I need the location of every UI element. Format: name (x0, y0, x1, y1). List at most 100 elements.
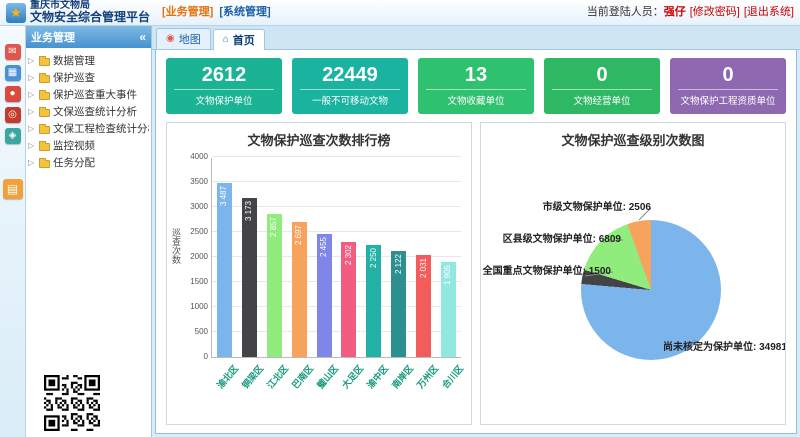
stat-value: 0 (670, 65, 786, 85)
x-axis-label: 大足区 (339, 362, 366, 391)
y-tick-label: 2500 (190, 227, 208, 236)
pie-label-2: 区县级文物保护单位: 6809 (481, 230, 621, 245)
folder-icon (39, 126, 50, 134)
bar-value-label: 2 857 (269, 217, 279, 237)
sidebar-item-6[interactable]: ▷ 监控视频 (28, 137, 149, 154)
stat-divider (552, 89, 652, 90)
expand-arrow-icon[interactable]: ▷ (28, 90, 36, 99)
header-bar: ★ 重庆市文物局 文物安全综合管理平台 [业务管理][系统管理] 当前登陆人员：… (0, 0, 800, 26)
stat-divider (300, 89, 400, 90)
charts-row: 文物保护巡查次数排行榜 巡查次数 05001000150020002500300… (156, 122, 796, 433)
bar-value-label: 2 250 (369, 248, 379, 268)
sidebar-item-1[interactable]: ▷数据管理 (28, 52, 149, 69)
bar-4: 2 697 (292, 222, 307, 357)
x-label-slot: 铜梁区 (241, 360, 256, 410)
expand-arrow-icon[interactable]: ▷ (28, 107, 36, 116)
main-area: ✉▦●◎◈▤ 业务管理 « ▷数据管理▷保护巡查▷保护巡查重大事件▷文保巡查统计… (0, 26, 800, 437)
x-label-slot: 巴南区 (291, 360, 306, 410)
tab-label: 首页 (233, 32, 255, 48)
pie-chart-title: 文物保护巡查级别次数图 (481, 123, 785, 150)
sidebar-item-5[interactable]: ▷ 文保工程检查统计分析 (28, 120, 149, 137)
bar-value-label: 2 455 (319, 237, 329, 257)
sidebar-item-label: 监控视频 (53, 138, 95, 153)
stat-card-1: 2612文物保护单位 (166, 58, 282, 114)
stat-divider (426, 89, 526, 90)
bar-5: 2 455 (317, 234, 332, 357)
alert-icon[interactable]: ● (5, 86, 21, 102)
y-tick-label: 3000 (190, 202, 208, 211)
y-tick-label: 1500 (190, 277, 208, 286)
tab-bar: ◉地图⌂首页 (152, 26, 800, 50)
expand-arrow-icon[interactable]: ▷ (28, 124, 36, 133)
collapse-sidebar-icon[interactable]: « (139, 30, 146, 44)
bar-chart-title: 文物保护巡查次数排行榜 (167, 123, 471, 150)
y-tick-label: 4000 (190, 152, 208, 161)
tab-home[interactable]: ⌂首页 (213, 29, 265, 50)
stat-value: 13 (418, 65, 534, 85)
pie-label-4: 尚未核定为保护单位: 34981 (663, 338, 786, 353)
bar-6: 2 302 (341, 242, 356, 357)
menu-item-1[interactable]: [业务管理] (162, 3, 213, 19)
sidebar-title: 业务管理 (31, 29, 75, 45)
bar-value-label: 2 031 (419, 258, 429, 278)
sidebar-item-7[interactable]: ▷任务分配 (28, 154, 149, 171)
y-tick-label: 0 (204, 352, 208, 361)
x-label-slot: 渝北区 (216, 360, 231, 410)
notes-icon[interactable]: ▤ (3, 179, 23, 199)
stat-label: 文物保护单位 (166, 93, 282, 107)
target-icon[interactable]: ◎ (5, 107, 21, 123)
sidebar-item-label: 文保工程检查统计分析 (53, 121, 149, 136)
user-links: [修改密码] [退出系统] (686, 6, 794, 18)
sidebar-item-label: 保护巡查重大事件 (53, 87, 137, 102)
sidebar-header: 业务管理 « (26, 26, 151, 48)
y-tick-label: 2000 (190, 252, 208, 261)
folder-icon (39, 143, 50, 151)
y-tick-label: 500 (195, 327, 208, 336)
tab-map[interactable]: ◉地图 (156, 28, 211, 49)
folder-icon (39, 58, 50, 66)
y-tick-label: 3500 (190, 177, 208, 186)
menu-item-2[interactable]: [系统管理] (219, 3, 270, 19)
bars: 3 4873 1732 8572 6972 4552 3022 2502 122… (212, 158, 461, 357)
pie-label-1: 市级文物保护单位: 2506 (511, 198, 651, 213)
stat-label: 文物保护工程资质单位 (670, 93, 786, 107)
bar-1: 3 487 (217, 183, 232, 357)
pie-connector-lines (481, 150, 786, 412)
pie-label-3: 全国重点文物保护单位: 1500 (481, 262, 611, 277)
icon-rail: ✉ ▦ ● ◎ ◈ ▤ (0, 26, 26, 437)
current-user-name: 强仔 (664, 6, 686, 18)
sidebar-item-2[interactable]: ▷ 保护巡查 (28, 69, 149, 86)
tab-label: 地图 (179, 31, 201, 47)
bar-value-label: 2 302 (344, 245, 354, 265)
x-axis-label: 铜梁区 (239, 362, 266, 391)
grid-icon[interactable]: ▦ (5, 65, 21, 81)
mail-icon[interactable]: ✉ (5, 44, 21, 60)
change-password-link[interactable]: [修改密码] (690, 6, 740, 18)
x-axis-label: 渝中区 (364, 362, 391, 391)
expand-arrow-icon[interactable]: ▷ (28, 158, 36, 167)
expand-arrow-icon[interactable]: ▷ (28, 73, 36, 82)
sidebar-item-4[interactable]: ▷文保巡查统计分析 (28, 103, 149, 120)
bar-3: 2 857 (267, 214, 282, 357)
stat-label: 文物经营单位 (544, 93, 660, 107)
sidebar-item-label: 保护巡查 (53, 70, 95, 85)
x-label-slot: 璧山区 (316, 360, 331, 410)
pie-chart-panel: 文物保护巡查级别次数图 市级文物保护单位: 2506 区县级文物保护单位: 680… (480, 122, 786, 425)
camera-icon[interactable]: ◈ (5, 128, 21, 144)
content-area: ◉地图⌂首页 2612文物保护单位22449一般不可移动文物13文物收藏单位0文… (152, 26, 800, 437)
bar-chart: 巡查次数 050010001500200025003000350040003 4… (167, 150, 471, 412)
bar-value-label: 3 487 (219, 186, 229, 206)
folder-icon (39, 160, 50, 168)
sidebar-item-3[interactable]: ▷ 保护巡查重大事件 (28, 86, 149, 103)
expand-arrow-icon[interactable]: ▷ (28, 141, 36, 150)
bar-xlabels: 渝北区铜梁区江北区巴南区璧山区大足区渝中区南岸区万州区合川区 (211, 360, 461, 410)
header-menu: [业务管理] [系统管理] (162, 0, 271, 19)
x-label-slot: 合川区 (441, 360, 456, 410)
bar-chart-panel: 文物保护巡查次数排行榜 巡查次数 05001000150020002500300… (166, 122, 472, 425)
folder-icon (39, 92, 50, 100)
current-user-label: 当前登陆人员： (587, 6, 664, 18)
bar-9: 2 031 (416, 255, 431, 357)
logout-link[interactable]: [退出系统] (744, 6, 794, 18)
expand-arrow-icon[interactable]: ▷ (28, 56, 36, 65)
page-title: 文物安全综合管理平台 (30, 11, 150, 24)
